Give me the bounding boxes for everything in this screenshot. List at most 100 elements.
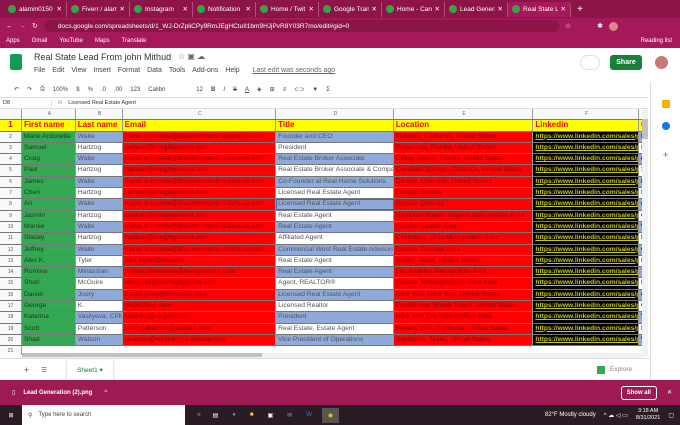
- row-number[interactable]: 17: [0, 301, 22, 312]
- cell[interactable]: Austin, Texas, United States: [393, 255, 534, 267]
- chevron-up-icon[interactable]: ^: [104, 390, 107, 396]
- tab-close-icon[interactable]: ✕: [246, 5, 251, 13]
- cell[interactable]: Joory: [75, 289, 123, 301]
- cell[interactable]: Hartzog: [75, 188, 123, 199]
- cell[interactable]: marie antonette@finestwomeninrealestate.…: [122, 131, 277, 142]
- row-number[interactable]: 20: [0, 334, 22, 346]
- cell[interactable]: Greater Seattle Area: [393, 221, 534, 233]
- increase-decimal-button[interactable]: .00: [114, 87, 122, 93]
- column-header[interactable]: F: [533, 109, 640, 120]
- cell[interactable]: Licensed Real Estate Agent: [276, 188, 394, 199]
- weather-widget[interactable]: 82°F Mostly cloudy: [545, 412, 596, 418]
- tab-close-icon[interactable]: ✕: [183, 5, 188, 13]
- browser-tab[interactable]: Fiverr / alam ✕: [67, 1, 130, 17]
- extensions-icon[interactable]: ✱: [597, 22, 603, 30]
- tab-close-icon[interactable]: ✕: [309, 5, 314, 13]
- cell[interactable]: https://www.linkedin.com/sales/p: [533, 154, 640, 165]
- browser-tab[interactable]: Instagram ✕: [130, 1, 193, 17]
- tray-icons[interactable]: ^ ☁ ◁ ▭: [604, 412, 628, 419]
- title-icons[interactable]: ☆ ▣ ☁: [178, 52, 205, 61]
- task-view-icon[interactable]: ▤: [213, 412, 219, 419]
- keep-icon[interactable]: [661, 100, 670, 108]
- tab-close-icon[interactable]: ✕: [120, 5, 125, 13]
- cell[interactable]: katerina@vk-pm.com: [122, 312, 277, 323]
- cell[interactable]: https://www.linkedin.com/sales/p: [533, 142, 640, 154]
- cell[interactable]: marie antonette@finestwomeninrealestate.…: [122, 199, 277, 210]
- cell[interactable]: Cheri: [21, 188, 76, 199]
- cell[interactable]: https://www.linkedin.com/sales/p: [533, 334, 640, 346]
- cell[interactable]: Greater Minneapolis-St. Paul Area: [393, 278, 534, 289]
- row-number[interactable]: 15: [0, 278, 22, 289]
- cell[interactable]: Real Estate Broker Associate: [276, 154, 394, 165]
- cell[interactable]: Hartzog: [75, 210, 123, 221]
- cell[interactable]: Shari: [21, 278, 76, 289]
- profile-avatar[interactable]: [609, 21, 619, 31]
- cell[interactable]: Samuel: [21, 142, 76, 154]
- cell[interactable]: Affiliated Agent: [276, 233, 394, 244]
- cell[interactable]: Minassian: [75, 267, 123, 278]
- currency-button[interactable]: $: [76, 87, 79, 93]
- add-addon-icon[interactable]: +: [662, 150, 670, 160]
- cell[interactable]: Jeffrey: [21, 244, 76, 255]
- cell[interactable]: samuel@integrityinvest.com: [122, 188, 277, 199]
- cell[interactable]: Katerina: [21, 312, 76, 323]
- explore-button[interactable]: Explore: [596, 365, 632, 374]
- new-tab-icon[interactable]: +: [577, 4, 583, 15]
- row-number[interactable]: 18: [0, 312, 22, 323]
- browser-tab[interactable]: Real State Le✕: [508, 1, 571, 17]
- cell[interactable]: Tyler: [75, 255, 123, 267]
- cell[interactable]: Agent, REALTOR®: [276, 278, 394, 289]
- cell[interactable]: Licensed Real Estate Agent: [276, 289, 394, 301]
- cell[interactable]: Patterson: [75, 323, 123, 334]
- cell[interactable]: Denver, Colorado, United States: [393, 176, 534, 188]
- row-number[interactable]: 12: [0, 244, 22, 255]
- bold-icon[interactable]: B: [211, 87, 215, 93]
- url-input[interactable]: docs.google.com/spreadsheets/d/1_WJ-DrZp…: [43, 20, 559, 32]
- cell[interactable]: Waite: [75, 221, 123, 233]
- header-cell[interactable]: Linkedin: [533, 120, 640, 131]
- cell[interactable]: marie antonette@finestwomeninrealestate.…: [122, 244, 277, 255]
- row-number[interactable]: 14: [0, 267, 22, 278]
- row-number[interactable]: 21: [0, 346, 22, 355]
- cell[interactable]: Real Estate Agent: [276, 210, 394, 221]
- vertical-scrollbar[interactable]: [642, 109, 648, 357]
- cell[interactable]: Waite: [75, 154, 123, 165]
- cell[interactable]: Real Estate Agent: [276, 267, 394, 278]
- print-icon[interactable]: ⎙: [40, 86, 45, 93]
- cell[interactable]: https://www.linkedin.com/sales/p: [533, 267, 640, 278]
- cell[interactable]: Real Estate Broker Associate & Company: [276, 165, 394, 176]
- cell[interactable]: Columbus, Ohio Metropolitan Area: [393, 233, 534, 244]
- cell[interactable]: Providence, Rhode Island, United States: [393, 301, 534, 312]
- column-header[interactable]: E: [393, 109, 534, 120]
- cell[interactable]: Craig: [21, 154, 76, 165]
- cell[interactable]: Los Angeles Metropolitan Area: [393, 267, 534, 278]
- cell[interactable]: Hartzog: [75, 165, 123, 176]
- cell[interactable]: New York, New York, United States: [393, 289, 534, 301]
- cell[interactable]: https://www.linkedin.com/sales/p: [533, 289, 640, 301]
- row-number[interactable]: 13: [0, 255, 22, 267]
- cell[interactable]: Pensacola, Florida, United States: [393, 142, 534, 154]
- cell[interactable]: Vasilyeva, CPM: [75, 312, 123, 323]
- chrome-icon[interactable]: ◉: [321, 407, 340, 423]
- cell[interactable]: Stacey: [21, 233, 76, 244]
- cell[interactable]: https://www.linkedin.com/sales/p: [533, 199, 640, 210]
- align-icon[interactable]: ≡: [283, 87, 287, 93]
- cell[interactable]: marie antonette@finestwomeninrealestate.…: [122, 154, 277, 165]
- cell[interactable]: Romina: [21, 267, 76, 278]
- cell[interactable]: https://www.linkedin.com/sales/p: [533, 244, 640, 255]
- row-number[interactable]: 8: [0, 199, 22, 210]
- strikethrough-icon[interactable]: S: [233, 87, 237, 93]
- filter-icon[interactable]: ▼: [312, 87, 318, 93]
- cell[interactable]: swatson@whiteboxrealestate.com: [122, 334, 277, 346]
- browser-tab[interactable]: Home - Can ✕: [382, 1, 445, 17]
- bookmark-youtube[interactable]: YouTube: [59, 38, 83, 44]
- cell[interactable]: Watson: [75, 334, 123, 346]
- cell[interactable]: Greater Phoenix Area: [393, 244, 534, 255]
- cell[interactable]: Daniel: [21, 289, 76, 301]
- star-icon[interactable]: ☆: [565, 22, 571, 30]
- cell[interactable]: https://www.linkedin.com/sales/p: [533, 323, 640, 334]
- column-header[interactable]: D: [276, 109, 394, 120]
- cell[interactable]: samuel@integrityinvest.com: [122, 142, 277, 154]
- tab-close-icon[interactable]: ✕: [498, 5, 503, 13]
- cell[interactable]: Paul: [21, 165, 76, 176]
